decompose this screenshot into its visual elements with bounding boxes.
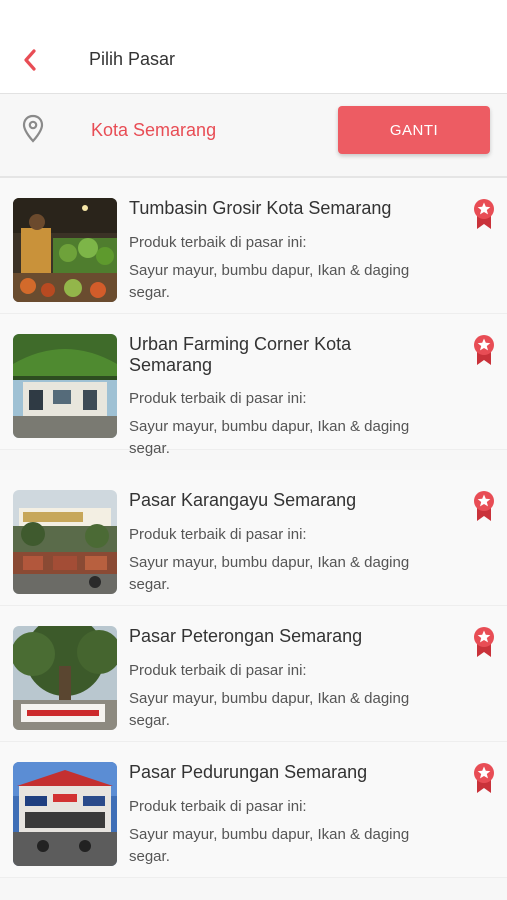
chevron-left-icon [24, 49, 36, 71]
market-subtitle: Produk terbaik di pasar ini: [129, 234, 307, 251]
award-ribbon-icon[interactable] [472, 198, 496, 230]
map-pin-icon [22, 114, 44, 143]
market-thumbnail [13, 334, 117, 438]
market-subtitle: Produk terbaik di pasar ini: [129, 390, 307, 407]
market-thumbnail [13, 198, 117, 302]
market-name: Pasar Karangayu Semarang [129, 490, 357, 510]
market-name: Pasar Peterongan Semarang [129, 626, 363, 646]
market-description: Sayur mayur, bumbu dapur, Ikan & daging … [129, 262, 410, 301]
market-description: Sayur mayur, bumbu dapur, Ikan & daging … [129, 418, 410, 457]
market-subtitle: Produk terbaik di pasar ini: [129, 662, 307, 679]
market-description: Sayur mayur, bumbu dapur, Ikan & daging … [129, 554, 410, 593]
back-button[interactable] [18, 46, 42, 74]
award-ribbon-icon[interactable] [472, 490, 496, 522]
award-ribbon-icon[interactable] [472, 334, 496, 366]
market-item[interactable]: Tumbasin Grosir Kota Semarang Produk ter… [0, 178, 507, 314]
award-ribbon-icon[interactable] [472, 626, 496, 658]
app-header: Pilih Pasar [0, 0, 507, 94]
market-description: Sayur mayur, bumbu dapur, Ikan & daging … [129, 826, 410, 865]
market-name: Tumbasin Grosir Kota Semarang [129, 198, 392, 218]
market-item[interactable]: Pasar Peterongan Semarang Produk terbaik… [0, 606, 507, 742]
market-thumbnail [13, 490, 117, 594]
market-description: Sayur mayur, bumbu dapur, Ikan & daging … [129, 690, 410, 729]
market-name: Pasar Pedurungan Semarang [129, 762, 368, 782]
market-item[interactable]: Pasar Karangayu Semarang Produk terbaik … [0, 470, 507, 606]
market-name: Urban Farming Corner Kota Semarang [129, 334, 352, 375]
selected-city: Kota Semarang [91, 120, 217, 140]
page-title: Pilih Pasar [89, 49, 176, 69]
market-thumbnail [13, 762, 117, 866]
market-item[interactable]: Urban Farming Corner Kota Semarang Produ… [0, 314, 507, 457]
market-item[interactable]: Pasar Pedurungan Semarang Produk terbaik… [0, 742, 507, 878]
award-ribbon-icon[interactable] [472, 762, 496, 794]
market-subtitle: Produk terbaik di pasar ini: [129, 526, 307, 543]
change-city-button[interactable]: GANTI [338, 106, 490, 154]
market-subtitle: Produk terbaik di pasar ini: [129, 798, 307, 815]
market-thumbnail [13, 626, 117, 730]
